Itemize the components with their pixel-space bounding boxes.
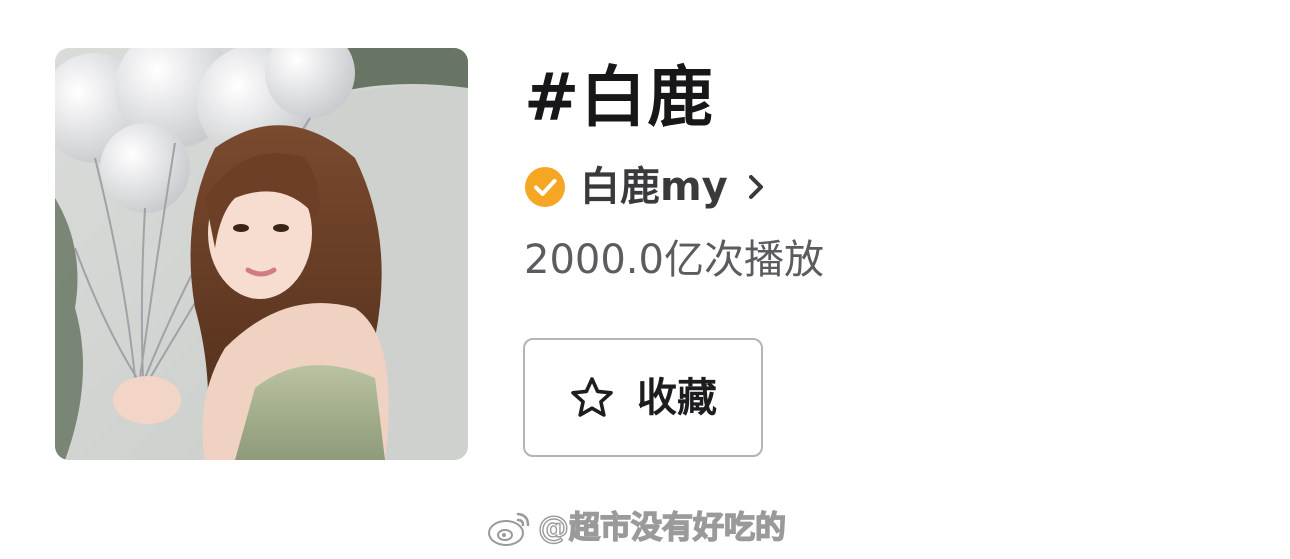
verified-check-icon [524,166,566,208]
watermark: @超市没有好吃的 [486,506,787,550]
topic-cover-image[interactable] [55,48,468,460]
star-outline-icon [569,375,615,421]
topic-card: #白鹿 白鹿my 2000.0亿次播放 收藏 @超市没有好吃的 [0,0,1290,559]
watermark-text: @超市没有好吃的 [537,509,786,546]
favorite-button[interactable]: 收藏 [523,338,763,457]
play-count: 2000.0亿次播放 [524,237,824,283]
favorite-label: 收藏 [637,374,717,421]
chevron-right-icon [746,172,766,202]
topic-title: #白鹿 [524,59,715,136]
author-name: 白鹿my [580,164,728,210]
author-link[interactable]: 白鹿my [524,162,766,212]
weibo-logo-icon [486,508,534,548]
